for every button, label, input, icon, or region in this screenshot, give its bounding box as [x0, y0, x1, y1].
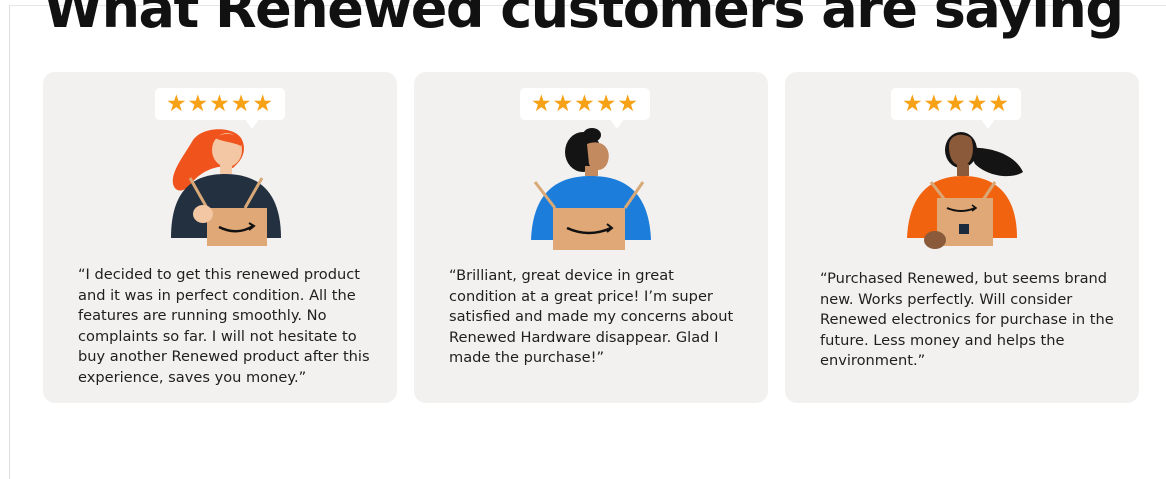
testimonial-quote: “Brilliant, great device in great condit…	[449, 267, 734, 367]
section-title: What Renewed customers are saying	[43, 0, 1125, 40]
testimonial-quote: “I decided to get this renewed product a…	[78, 266, 370, 386]
star-rating: ★★★★★	[901, 90, 1011, 117]
testimonial-quote: “Purchased Renewed, but seems brand new.…	[820, 270, 1114, 370]
person-in-orange-holding-box-icon	[907, 132, 1023, 249]
star-rating: ★★★★★	[530, 90, 640, 117]
person-with-hair-holding-box-icon	[171, 129, 281, 246]
rating-bubble: ★★★★★	[520, 88, 650, 129]
star-rating: ★★★★★	[165, 90, 275, 117]
testimonial-card: ★★★★★ “Brilliant, great device in great …	[414, 72, 768, 403]
person-in-blue-holding-box-icon	[531, 128, 651, 250]
rating-bubble: ★★★★★	[891, 88, 1021, 129]
testimonial-card: ★★★★★ “I decided to get this renewed pro…	[43, 72, 397, 403]
rating-bubble: ★★★★★	[155, 88, 285, 129]
testimonial-card: ★★★★★ “Purchased Renewed, but seems bran…	[785, 72, 1139, 403]
